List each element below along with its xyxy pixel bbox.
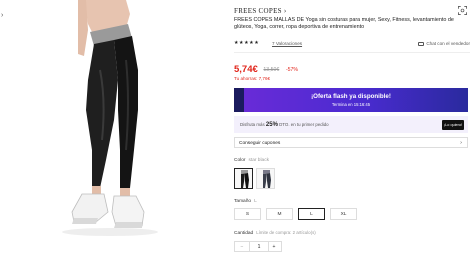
- quantity-increase-button[interactable]: +: [267, 242, 281, 251]
- product-info-panel: FREES COPES › FREES COPES MALLAS DE Yoga…: [234, 0, 470, 254]
- color-heading: Color: [234, 158, 246, 163]
- flash-sale-banner: ¡Oferta flash ya disponible! Termina en …: [234, 88, 468, 112]
- size-label: Tamaño L: [234, 199, 257, 204]
- coupons-label: Conseguir cupones: [239, 140, 281, 146]
- chat-icon: [418, 41, 425, 46]
- original-price: 13,50€: [263, 67, 280, 73]
- savings-text: Tu ahorras: 7,76€: [234, 76, 271, 81]
- flash-timer: Termina en 15:16:45: [331, 102, 371, 107]
- first-order-promo: Disfruta más 25% DTO. en tu primer pedid…: [234, 116, 468, 133]
- promo-suffix: DTO. en tu primer pedido: [279, 121, 329, 127]
- quantity-label: Cantidad Límite de compra: 2 artículo(s): [234, 230, 316, 236]
- quantity-decrease-button[interactable]: −: [235, 242, 249, 251]
- flash-title: ¡Oferta flash ya disponible!: [311, 93, 391, 100]
- promo-prefix: Disfruta más: [240, 121, 265, 127]
- quantity-heading: Cantidad: [234, 231, 254, 236]
- size-option-xl[interactable]: XL: [330, 208, 357, 220]
- divider: [234, 52, 470, 53]
- color-label: Color star black: [234, 158, 269, 163]
- size-option-l[interactable]: L: [298, 208, 325, 220]
- coupons-row[interactable]: Conseguir cupones ›: [234, 137, 468, 148]
- reviews-link[interactable]: 7 Valoraciones: [272, 41, 302, 46]
- scan-icon[interactable]: [458, 6, 467, 15]
- store-link[interactable]: FREES COPES ›: [234, 7, 287, 15]
- star-rating: ★★★★★: [234, 40, 260, 46]
- flash-banner-accent: [234, 88, 244, 112]
- quantity-input[interactable]: 1: [249, 242, 269, 251]
- color-swatch-star-black[interactable]: [234, 168, 253, 189]
- quantity-limit: Límite de compra: 2 artículo(s): [256, 230, 316, 235]
- swatch-thumbnail-black: [241, 170, 249, 188]
- chevron-right-icon: ›: [460, 139, 462, 146]
- promo-claim-button[interactable]: ¡Lo quiero!: [442, 119, 464, 130]
- promo-text: Disfruta más 25% DTO. en tu primer pedid…: [240, 122, 329, 128]
- color-swatch-dark-grey[interactable]: [256, 168, 275, 189]
- size-option-m[interactable]: M: [266, 208, 293, 220]
- swatch-thumbnail-grey: [263, 170, 271, 188]
- chat-seller-label: Chat con el vendedor: [426, 41, 470, 46]
- current-price: 5,74€: [234, 64, 258, 75]
- size-option-s[interactable]: S: [234, 208, 261, 220]
- size-selected-value: L: [254, 199, 257, 204]
- product-title: FREES COPES MALLAS DE Yoga sin costuras …: [234, 17, 454, 31]
- price-row: 5,74€ 13,50€ -57%: [234, 64, 298, 75]
- quantity-stepper: − 1 +: [234, 241, 282, 252]
- leggings-model-illustration: [62, 0, 158, 236]
- chat-seller-link[interactable]: Chat con el vendedor: [418, 41, 470, 46]
- chevron-left-icon[interactable]: ›: [1, 12, 3, 19]
- rating-row: ★★★★★ 7 Valoraciones Chat con el vendedo…: [234, 40, 470, 47]
- discount-badge: -57%: [285, 67, 299, 73]
- size-heading: Tamaño: [234, 199, 252, 204]
- store-name[interactable]: FREES COPES: [234, 7, 282, 15]
- color-selected-value: star black: [248, 158, 269, 163]
- chevron-right-icon: ›: [283, 7, 287, 15]
- promo-percent: 25%: [265, 121, 278, 128]
- product-image: [14, 0, 224, 254]
